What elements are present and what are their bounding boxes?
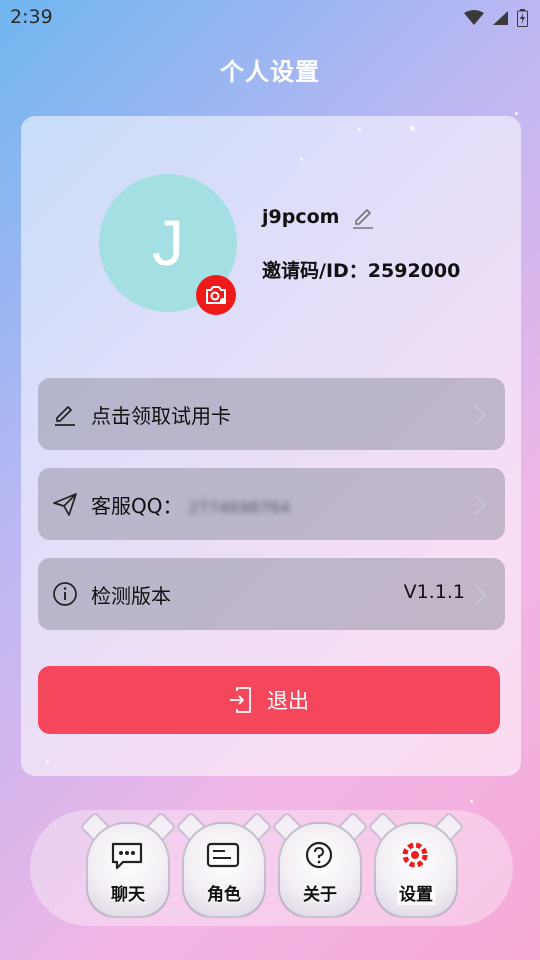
tab-about[interactable]: 关于: [271, 810, 369, 926]
battery-icon: [517, 9, 528, 27]
customer-service-qq: 2774698764: [188, 498, 291, 517]
status-bar: 2:39: [0, 0, 540, 36]
info-icon: [53, 582, 77, 606]
logout-button[interactable]: 退出: [38, 666, 500, 734]
chevron-right-icon: [474, 494, 487, 516]
tab-bar: 聊天 角色 关于 设置: [30, 810, 513, 926]
customer-service-row[interactable]: 客服QQ： 2774698764: [38, 468, 505, 540]
change-avatar-button[interactable]: [196, 275, 236, 315]
logout-label: 退出: [267, 689, 309, 713]
id-card-icon: [206, 842, 240, 868]
edit-icon: [55, 406, 75, 426]
trial-card-label: 点击领取试用卡: [91, 404, 231, 428]
chevron-right-icon: [474, 584, 487, 606]
tab-settings[interactable]: 设置: [367, 810, 465, 926]
tab-chat-label: 聊天: [111, 885, 145, 905]
avatar-initial: J: [152, 207, 184, 279]
camera-icon: [206, 286, 226, 304]
tab-settings-label: 设置: [397, 885, 435, 905]
edit-name-icon[interactable]: [350, 204, 376, 230]
chevron-right-icon: [474, 404, 487, 426]
wifi-icon: [464, 10, 484, 25]
status-time: 2:39: [10, 6, 53, 28]
tab-character[interactable]: 角色: [175, 810, 273, 926]
invite-code: 邀请码/ID：2592000: [262, 260, 461, 282]
tab-character-label: 角色: [207, 885, 241, 905]
trial-card-row[interactable]: 点击领取试用卡: [38, 378, 505, 450]
check-version-label: 检测版本: [91, 584, 171, 608]
page-title: 个人设置: [220, 58, 320, 86]
chat-icon: [111, 842, 143, 870]
tab-about-label: 关于: [303, 885, 337, 905]
help-icon: [305, 841, 333, 869]
tab-chat[interactable]: 聊天: [79, 810, 177, 926]
username: j9pcom: [262, 206, 340, 228]
send-icon: [53, 493, 77, 516]
signal-icon: [493, 11, 508, 25]
check-version-row[interactable]: 检测版本 V1.1.1: [38, 558, 505, 630]
customer-service-label: 客服QQ： 2774698764: [91, 494, 291, 518]
logout-icon: [230, 687, 251, 713]
settings-icon: [402, 842, 428, 868]
version-number: V1.1.1: [403, 581, 465, 603]
